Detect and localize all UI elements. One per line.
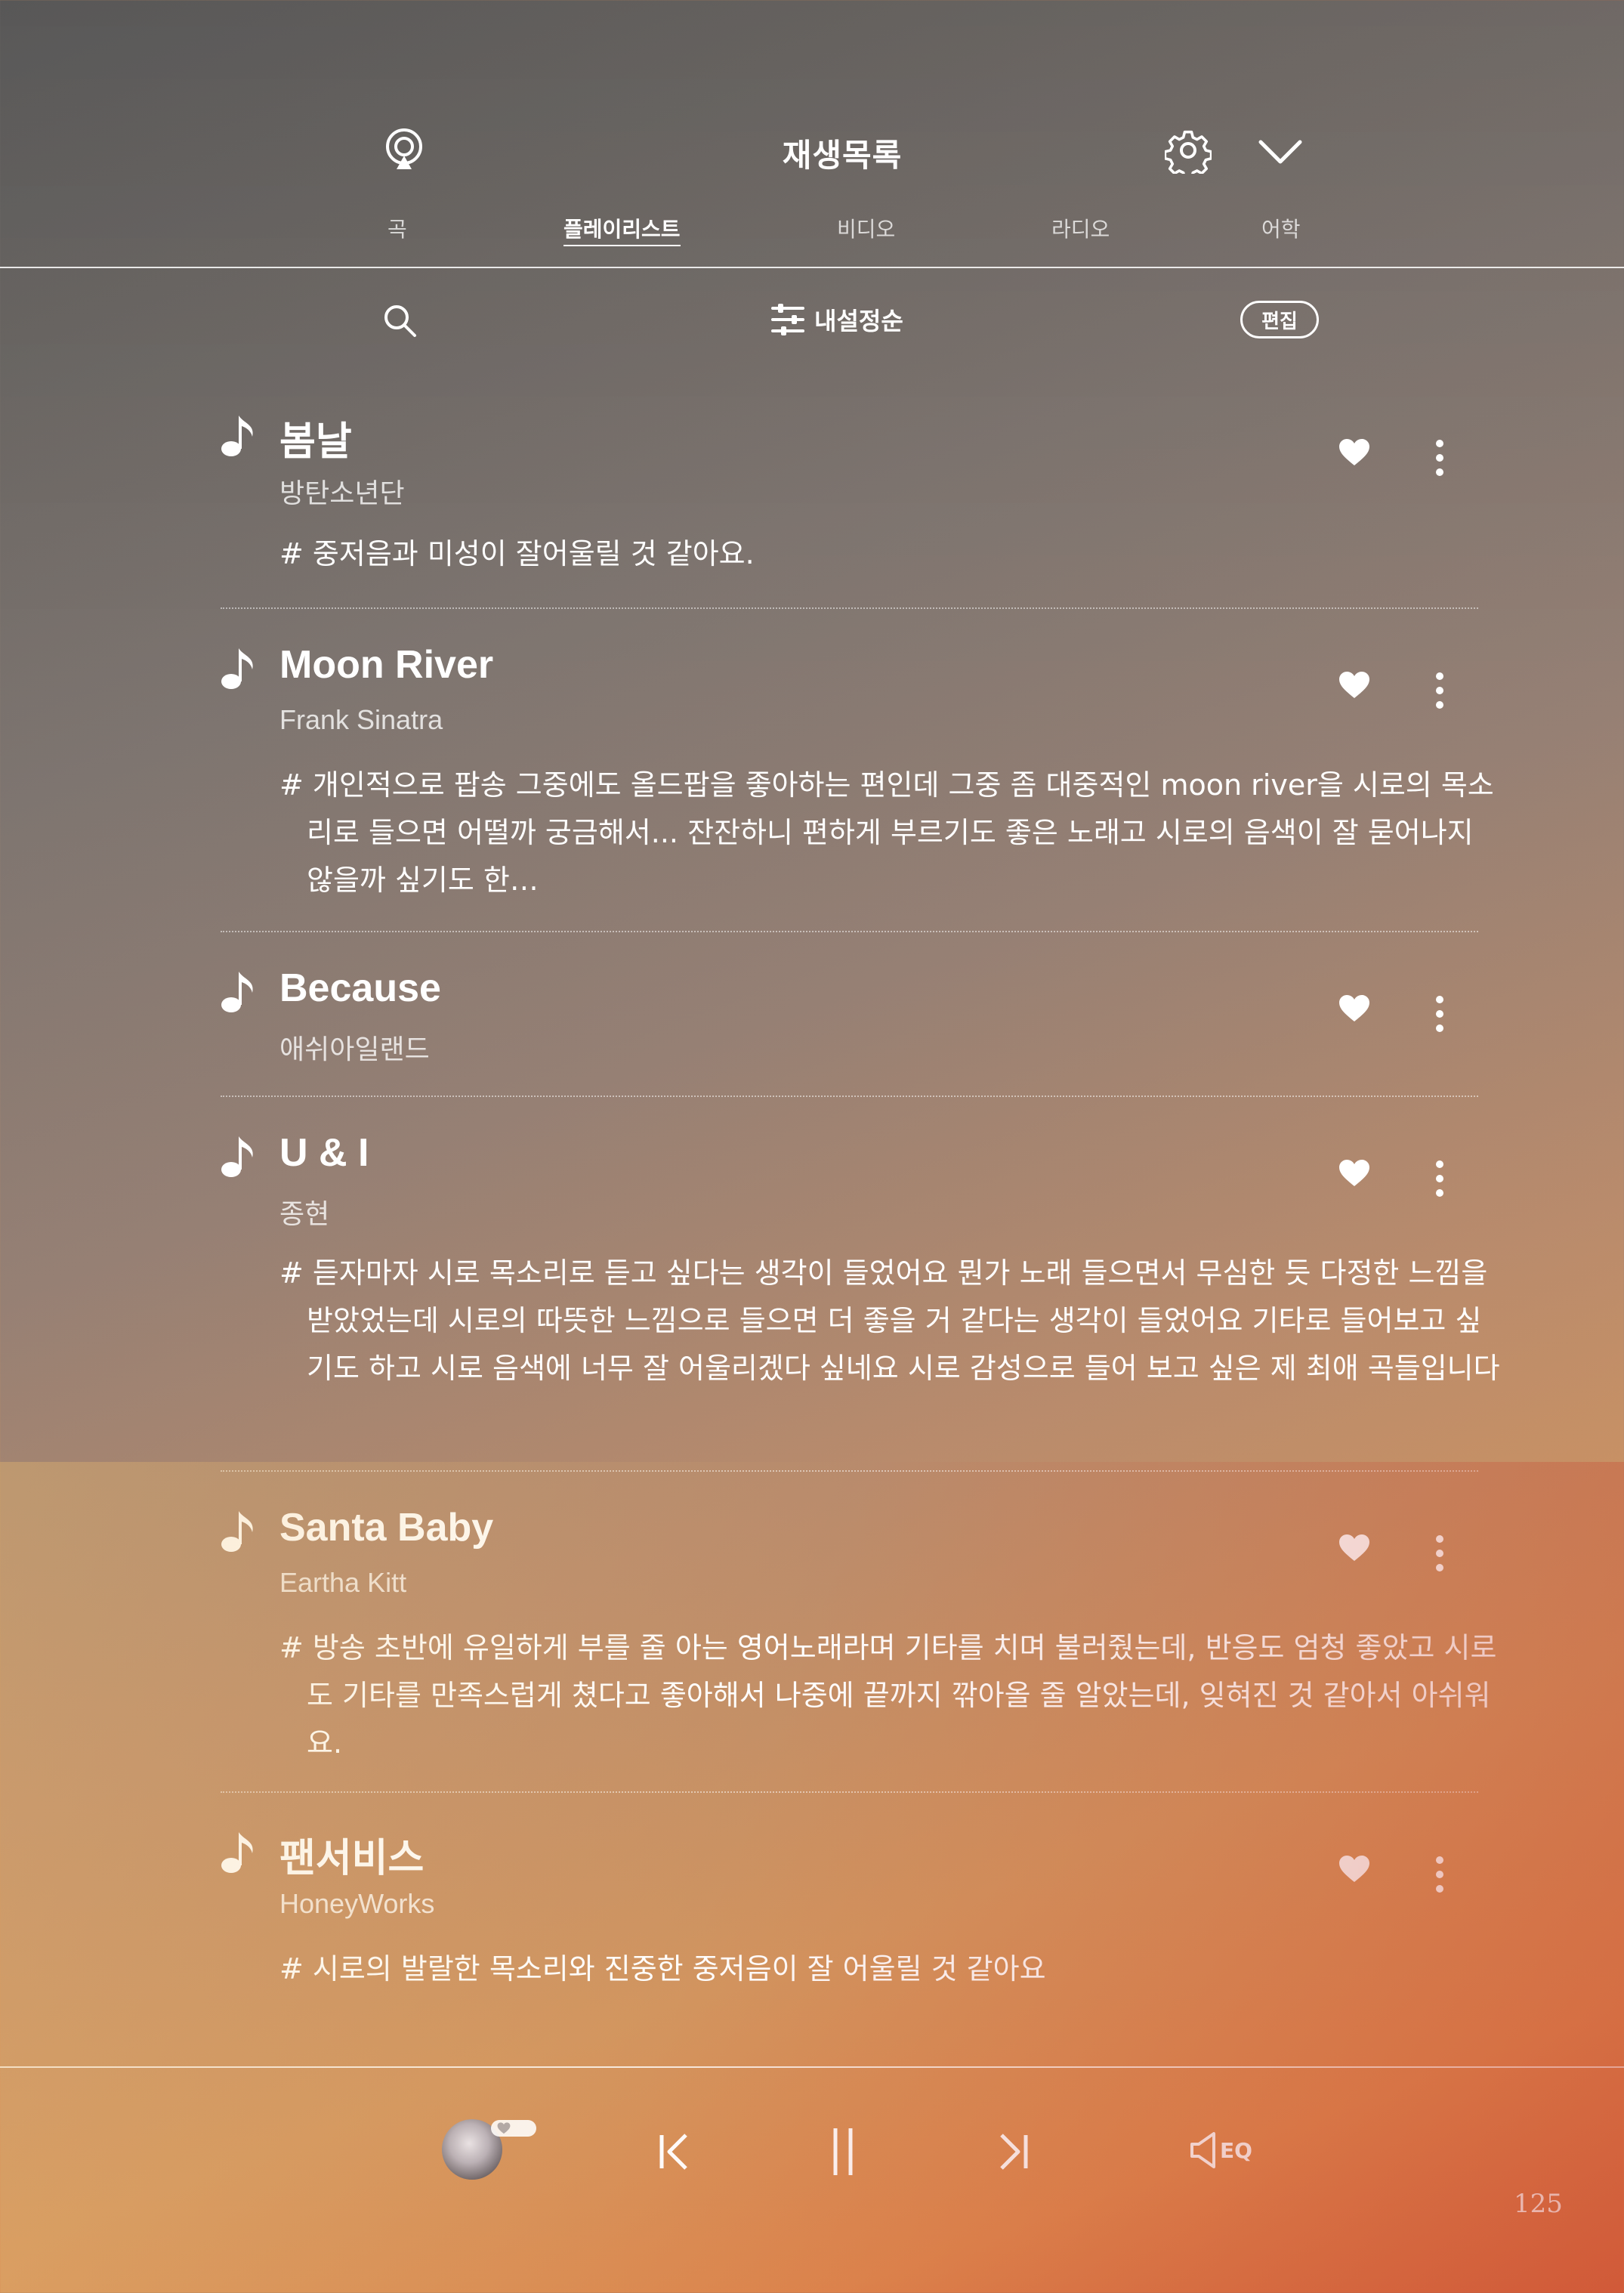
song-comment: # 듣자마자 시로 목소리로 듣고 싶다는 생각이 들었어요 뭔가 노래 들으면… [279,1256,1500,1385]
item-divider [221,1096,1478,1097]
item-divider [221,1470,1478,1472]
heart-icon[interactable] [1338,1159,1370,1188]
list-item[interactable]: Moon River Frank Sinatra # 개인적으로 팝송 그중에도… [221,642,1494,899]
song-title: U & I [279,1131,369,1175]
music-note-icon [221,1136,253,1177]
speaker-eq-icon [1190,2132,1215,2168]
heart-icon[interactable] [1338,1534,1370,1562]
music-note-icon [221,416,253,456]
skip-previous-icon[interactable] [657,2131,690,2173]
list-item[interactable]: U & I 종현 # 듣자마자 시로 목소리로 듣고 싶다는 생각이 들었어요 … [221,1130,1500,1432]
heart-icon[interactable] [1338,671,1370,700]
music-note-icon [221,1511,253,1552]
item-divider [221,1791,1478,1793]
song-comment: # 방송 초반에 유일하게 부를 줄 아는 영어노래라며 기타를 치며 불러줬는… [279,1631,1497,1760]
heart-icon[interactable] [1338,438,1370,467]
music-note-icon [221,972,253,1012]
song-comment: # 시로의 발랄한 목소리와 진중한 중저음이 잘 어울릴 것 같아요 [279,1952,1046,1986]
song-title: 봄날 [279,420,352,464]
song-artist: HoneyWorks [279,1888,435,1919]
song-artist: 방탄소년단 [279,477,405,508]
page-title: 재생목록 [782,137,903,174]
song-title: Moon River [279,643,494,687]
skip-next-icon[interactable] [997,2131,1030,2173]
eq-label: EQ [1220,2137,1252,2163]
search-icon[interactable] [381,302,419,340]
heart-icon[interactable] [1338,994,1370,1023]
music-note-icon [221,648,253,689]
more-vertical-icon[interactable] [1435,996,1444,1032]
heart-icon [497,2122,511,2134]
sort-button[interactable]: 내설정순 [770,302,903,337]
tab-playlist[interactable]: 플레이리스트 [563,213,681,246]
more-vertical-icon[interactable] [1435,1856,1444,1893]
list-item[interactable]: 팬서비스 HoneyWorks # 시로의 발랄한 목소리와 진중한 중저음이 … [221,1826,1478,2007]
list-item[interactable]: Because 애쉬아일랜드 [221,966,1478,1071]
song-title: 팬서비스 [279,1837,425,1880]
tab-language[interactable]: 어학 [1261,213,1301,243]
chevron-down-icon[interactable] [1258,136,1303,166]
avatar-like-badge [491,2120,536,2137]
tab-songs[interactable]: 곡 [387,213,407,243]
more-vertical-icon[interactable] [1435,1160,1444,1197]
song-comment: # 개인적으로 팝송 그중에도 올드팝을 좋아하는 편인데 그중 좀 대중적인 … [279,768,1494,897]
item-divider [221,607,1478,609]
song-comment: # 중저음과 미성이 잘어울릴 것 같아요. [279,537,755,570]
gear-icon[interactable] [1165,127,1212,174]
header-divider [0,267,1624,268]
song-artist: 종현 [279,1198,330,1229]
item-divider [221,931,1478,932]
eq-button[interactable]: EQ [1190,2131,1252,2170]
edit-button[interactable]: 편집 [1240,301,1319,338]
heart-icon[interactable] [1338,1855,1370,1884]
list-item[interactable]: 봄날 방탄소년단 # 중저음과 미성이 잘어울릴 것 같아요. [221,409,1478,591]
song-artist: 애쉬아일랜드 [279,1034,430,1065]
more-vertical-icon[interactable] [1435,672,1444,709]
tab-video[interactable]: 비디오 [837,213,895,243]
tab-radio[interactable]: 라디오 [1051,213,1110,243]
song-artist: Frank Sinatra [279,704,443,735]
more-vertical-icon[interactable] [1435,1535,1444,1571]
player-divider [0,2066,1624,2068]
pause-icon[interactable] [829,2127,857,2177]
page-number: 125 [1514,2189,1563,2219]
song-artist: Eartha Kitt [279,1567,407,1598]
list-item[interactable]: Santa Baby Eartha Kitt # 방송 초반에 유일하게 부를 … [221,1505,1496,1762]
sliders-icon [771,304,804,335]
sort-label: 내설정순 [814,307,903,335]
more-vertical-icon[interactable] [1435,440,1444,476]
song-title: Santa Baby [279,1506,494,1550]
music-note-icon [221,1832,253,1873]
song-title: Because [279,966,441,1010]
